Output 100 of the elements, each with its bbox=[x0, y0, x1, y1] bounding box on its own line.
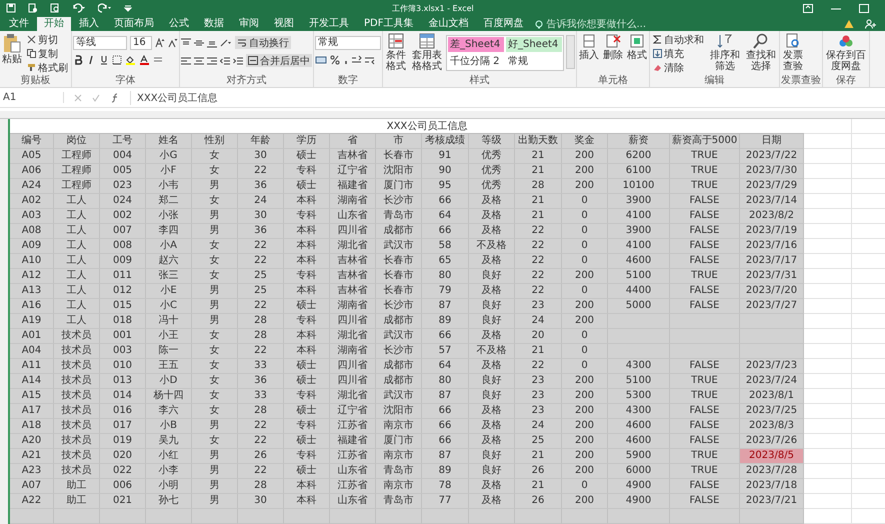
table-cell: 及格 bbox=[469, 359, 515, 374]
ribbon-tab[interactable]: 文件 bbox=[2, 17, 36, 31]
font-name-dropdown[interactable]: 等线 bbox=[73, 36, 127, 50]
table-cell: 沈阳市 bbox=[376, 404, 422, 419]
align-center-icon[interactable] bbox=[194, 56, 204, 66]
align-left-icon[interactable] bbox=[181, 56, 191, 66]
decrease-indent-icon[interactable] bbox=[220, 56, 230, 66]
merge-center-button[interactable]: 合并后居中 bbox=[246, 54, 312, 67]
conditional-format-button[interactable]: 条件格式 bbox=[384, 33, 408, 72]
shrink-font-icon[interactable] bbox=[168, 38, 178, 48]
font-color-icon[interactable] bbox=[139, 55, 150, 65]
empty-cell bbox=[740, 344, 804, 359]
table-cell: 200 bbox=[562, 164, 608, 179]
currency-icon[interactable] bbox=[315, 55, 327, 65]
save-to-cloud-button[interactable]: 保存到百度网盘 bbox=[824, 33, 868, 72]
table-cell: 23 bbox=[515, 389, 562, 404]
redo-icon[interactable] bbox=[98, 3, 112, 13]
border-icon[interactable] bbox=[112, 55, 122, 65]
table-cell: 本科 bbox=[284, 344, 330, 359]
table-cell: 男 bbox=[192, 299, 238, 314]
table-cell: 及格 bbox=[469, 434, 515, 449]
formula-field[interactable]: XXX公司员工信息 bbox=[130, 90, 885, 104]
copy-button[interactable]: 复制 bbox=[25, 47, 70, 60]
ribbon-tab[interactable]: 开发工具 bbox=[302, 17, 356, 31]
table-cell: A20 bbox=[10, 434, 54, 449]
font-size-dropdown[interactable]: 16 bbox=[130, 36, 152, 50]
table-cell: 吉林省 bbox=[330, 269, 376, 284]
table-cell: TRUE bbox=[670, 374, 740, 389]
ribbon-tab[interactable]: PDF工具集 bbox=[357, 17, 420, 31]
tell-me-field[interactable]: 告诉我你想要做什么... bbox=[535, 18, 676, 31]
ribbon-tab[interactable]: 插入 bbox=[72, 17, 106, 31]
column-heading: 编号 bbox=[10, 134, 54, 149]
ribbon-tab[interactable]: 页面布局 bbox=[107, 17, 161, 31]
ribbon-display-icon[interactable] bbox=[803, 4, 813, 12]
ribbon-tab[interactable]: 开始 bbox=[37, 17, 71, 31]
ribbon-tab[interactable]: 数据 bbox=[197, 17, 231, 31]
paste-button[interactable]: 粘贴 bbox=[1, 33, 23, 65]
ribbon-tab[interactable]: 金山文档 bbox=[421, 17, 476, 31]
name-box[interactable]: A1 bbox=[0, 92, 64, 103]
invoice-check-button[interactable]: 发票查验 bbox=[781, 33, 805, 72]
delete-cells-button[interactable]: 删除 bbox=[602, 33, 624, 61]
increase-decimal-icon[interactable] bbox=[352, 55, 362, 65]
insert-function-icon[interactable] bbox=[110, 92, 120, 102]
warning-icon[interactable] bbox=[844, 18, 854, 28]
column-heading: 日期 bbox=[740, 134, 804, 149]
ribbon-tab[interactable]: 百度网盘 bbox=[476, 17, 530, 31]
undo-icon[interactable] bbox=[72, 3, 86, 13]
save-icon[interactable] bbox=[6, 3, 16, 13]
bold-icon[interactable] bbox=[73, 55, 83, 65]
table-cell: 21 bbox=[515, 164, 562, 179]
orientation-icon[interactable] bbox=[220, 38, 232, 48]
table-cell: FALSE bbox=[670, 224, 740, 239]
fill-button[interactable]: 填充 bbox=[651, 47, 706, 60]
align-right-icon[interactable] bbox=[207, 56, 217, 66]
table-cell: 张三 bbox=[146, 269, 192, 284]
sort-filter-button[interactable]: 排序和筛选 bbox=[708, 33, 742, 72]
clear-button[interactable]: 清除 bbox=[651, 61, 706, 74]
insert-cells-button[interactable]: 插入 bbox=[578, 33, 600, 61]
maximize-icon[interactable] bbox=[859, 4, 869, 12]
format-painter-button[interactable]: 格式刷 bbox=[25, 61, 70, 74]
fill-color-icon[interactable] bbox=[125, 55, 136, 65]
table-cell: 36 bbox=[238, 224, 284, 239]
cell-style-swatch[interactable]: 好_Sheet4 bbox=[505, 36, 563, 53]
align-middle-icon[interactable] bbox=[194, 38, 204, 48]
decrease-decimal-icon[interactable] bbox=[365, 55, 375, 65]
table-cell: 4900 bbox=[608, 494, 670, 509]
touch-mode-icon[interactable] bbox=[28, 3, 38, 13]
table-cell: 2023/8/5 bbox=[740, 449, 804, 464]
table-cell: 64 bbox=[422, 359, 469, 374]
cell-style-swatch[interactable]: 差_Sheet4 bbox=[447, 36, 505, 53]
table-cell: A16 bbox=[10, 299, 54, 314]
table-cell: 36 bbox=[238, 374, 284, 389]
ribbon-tab[interactable]: 公式 bbox=[162, 17, 196, 31]
ribbon-tab[interactable]: 审阅 bbox=[232, 17, 266, 31]
ribbon-tab[interactable]: 视图 bbox=[267, 17, 301, 31]
table-cell: 016 bbox=[100, 404, 146, 419]
table-cell: 技术员 bbox=[54, 434, 100, 449]
customize-caret-icon[interactable] bbox=[124, 3, 132, 13]
table-cell: 28 bbox=[238, 314, 284, 329]
number-format-dropdown[interactable]: 常规 bbox=[315, 36, 381, 50]
gallery-scrollbar[interactable] bbox=[566, 35, 575, 69]
table-cell: 良好 bbox=[469, 389, 515, 404]
percent-icon[interactable] bbox=[330, 55, 340, 65]
print-preview-icon[interactable] bbox=[50, 3, 60, 13]
share-icon[interactable] bbox=[865, 18, 877, 28]
table-cell: FALSE bbox=[670, 434, 740, 449]
increase-indent-icon[interactable] bbox=[233, 56, 243, 66]
autosum-button[interactable]: 自动求和 bbox=[651, 33, 706, 46]
format-as-table-button[interactable]: 套用表格格式 bbox=[410, 33, 444, 72]
grow-font-icon[interactable] bbox=[155, 38, 165, 48]
find-select-button[interactable]: 查找和选择 bbox=[744, 33, 778, 72]
cut-button[interactable]: 剪切 bbox=[25, 33, 70, 46]
table-cell: 武汉市 bbox=[376, 389, 422, 404]
table-cell: 4300 bbox=[608, 404, 670, 419]
underline-icon[interactable] bbox=[99, 55, 109, 65]
format-cells-button[interactable]: 格式 bbox=[626, 33, 648, 61]
wrap-text-button[interactable]: 自动换行 bbox=[235, 36, 291, 49]
table-cell: 28 bbox=[515, 179, 562, 194]
align-top-icon[interactable] bbox=[181, 38, 191, 48]
table-cell: 湖北省 bbox=[330, 329, 376, 344]
